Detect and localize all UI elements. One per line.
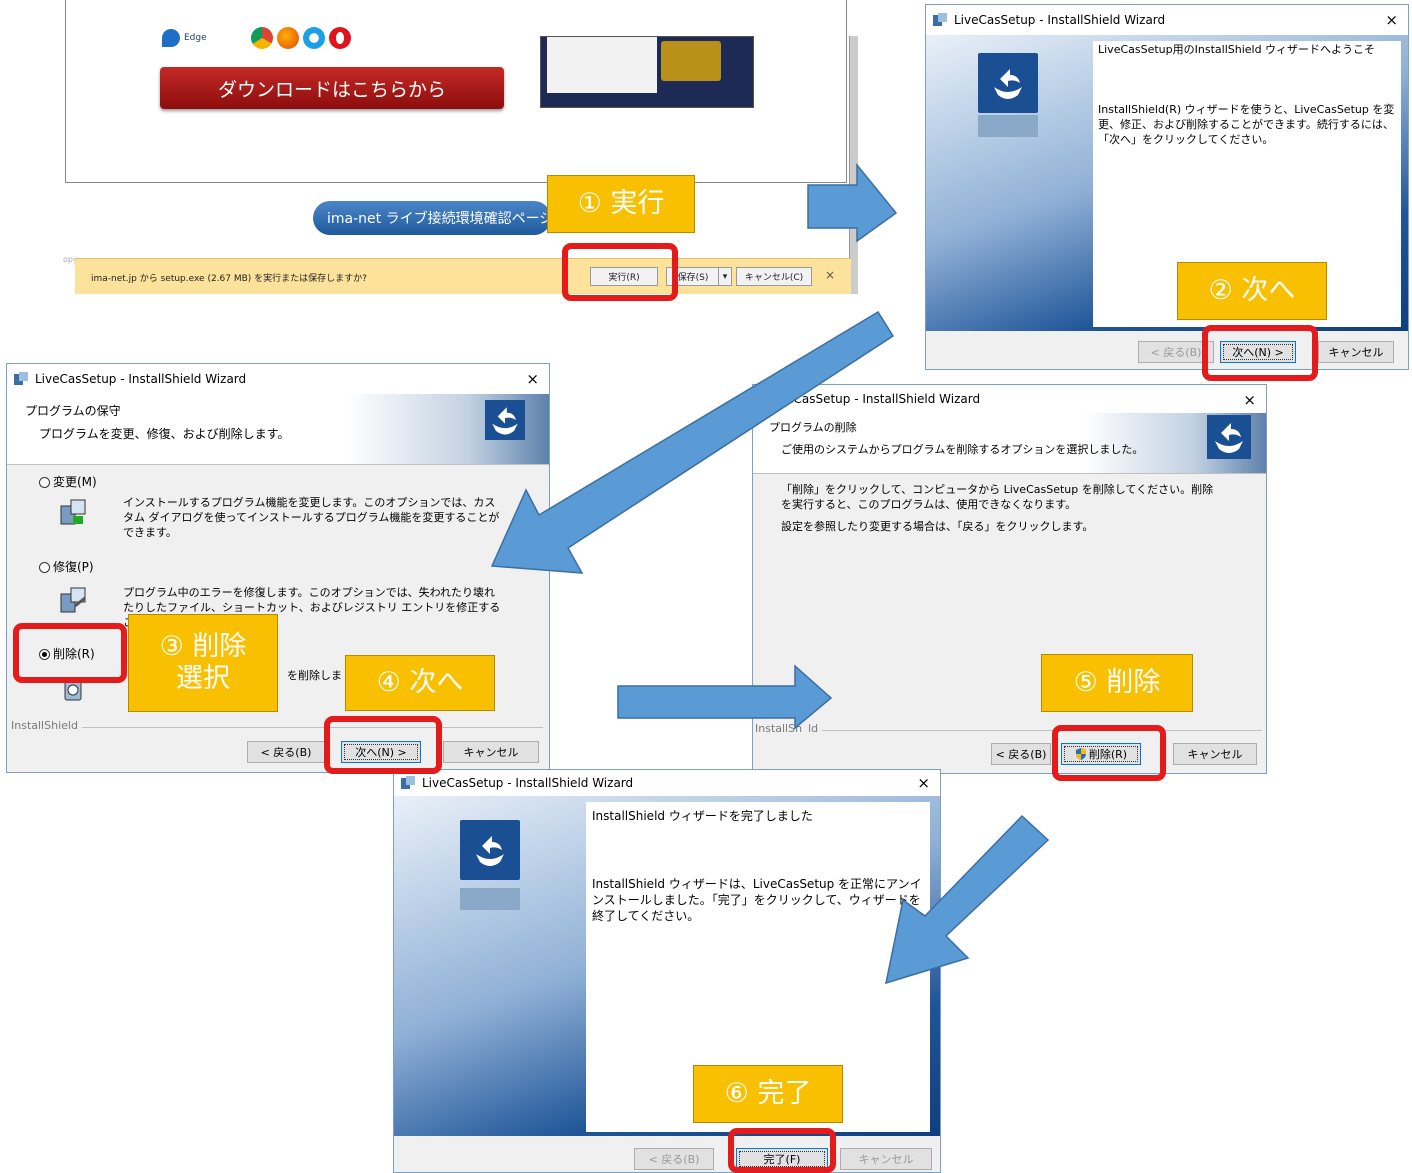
- arrow-4-down-left: [885, 814, 1050, 985]
- step1-callout: ① 実行: [547, 175, 695, 233]
- step3-line2: 選択: [176, 663, 230, 694]
- highlight-finish: [728, 1128, 836, 1173]
- step3-callout: ③ 削除 選択: [128, 614, 278, 712]
- highlight-remove-button: [1052, 725, 1166, 781]
- arrow-1-right: [807, 162, 898, 243]
- arrow-3-right: [617, 664, 833, 730]
- highlight-next-1: [1202, 325, 1318, 381]
- step5-callout: ⑤ 削除: [1041, 654, 1193, 712]
- highlight-next-2: [324, 716, 442, 774]
- flow-arrows: [490, 162, 1050, 985]
- arrow-2-down-left: [490, 310, 895, 574]
- highlight-run: [562, 243, 678, 301]
- step6-callout: ⑥ 完了: [693, 1065, 843, 1123]
- step2-callout: ② 次へ: [1177, 262, 1327, 320]
- highlight-remove-option: [13, 623, 127, 683]
- step4-callout: ④ 次へ: [345, 655, 495, 711]
- step3-line1: ③ 削除: [159, 630, 247, 662]
